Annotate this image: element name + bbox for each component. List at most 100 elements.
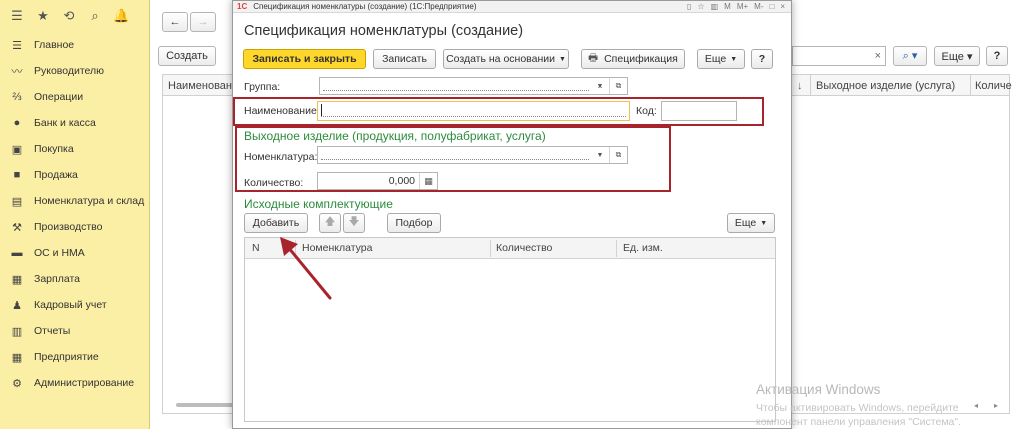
more-button[interactable]: Еще ▼ (697, 49, 745, 69)
search-icon[interactable]: ⌕ (87, 8, 103, 24)
list-help-button[interactable]: ? (986, 46, 1008, 66)
dropdown-arrow-icon[interactable]: ▼ (593, 147, 607, 163)
cart-icon: ▣ (11, 143, 23, 156)
field-underline (323, 90, 589, 91)
sidebar-item-admin[interactable]: ⚙ Администрирование (0, 370, 149, 396)
sidebar-item-label: Предприятие (34, 351, 99, 363)
specification-window: 1С Спецификация номенклатуры (создание) … (232, 0, 792, 429)
open-icon[interactable]: ⧉ (609, 78, 627, 94)
more-label: Еще (734, 217, 757, 229)
code-field[interactable] (661, 101, 737, 121)
create-button[interactable]: Создать (158, 46, 216, 66)
sidebar-item-reports[interactable]: ▥ Отчеты (0, 318, 149, 344)
horizontal-scrollbar[interactable] (176, 403, 234, 407)
sidebar-item-label: Главное (34, 39, 75, 51)
list-search-button[interactable]: ⌕ ▾ (893, 46, 927, 66)
quantity-label: Количество: (244, 177, 304, 189)
close-icon[interactable]: × (780, 2, 785, 11)
specification-label: Спецификация (604, 53, 678, 65)
source-section-title: Исходные комплектующие (244, 197, 393, 211)
sidebar-item-label: ОС и НМА (34, 247, 85, 259)
calculator-icon[interactable]: ▦ (419, 173, 437, 189)
group-field[interactable]: ▼ ⧉ × (319, 77, 628, 95)
code-label: Код: (636, 105, 657, 117)
move-down-button[interactable]: 🡇 (343, 213, 365, 233)
favorites-icon[interactable]: ★ (35, 8, 51, 24)
star-icon[interactable]: ☆ (697, 2, 704, 11)
building-icon: ▦ (11, 351, 23, 364)
truck-icon: ▬ (11, 247, 23, 259)
sidebar-item-label: Банк и касса (34, 117, 96, 129)
name-label: Наименование: (244, 105, 320, 117)
sort-icon: ↓ (797, 80, 803, 92)
save-and-close-button[interactable]: Записать и закрыть (243, 49, 366, 69)
sidebar-item-label: Руководителю (34, 65, 105, 77)
watermark-line: компонент панели управления "Система". (756, 416, 962, 428)
specification-print-button[interactable]: 🖶 Спецификация (581, 49, 685, 69)
calendar-icon[interactable]: ▥ (711, 2, 719, 11)
column-header[interactable]: Выходное изделие (услуга) (816, 80, 955, 92)
sidebar-item-warehouse[interactable]: ▤ Номенклатура и склад (0, 188, 149, 214)
forward-button[interactable]: → (190, 12, 216, 32)
scroll-right-icon[interactable]: ▸ (994, 401, 1006, 411)
logo: 1С (237, 2, 248, 11)
sidebar-item-bank[interactable]: ● Банк и касса (0, 110, 149, 136)
link-icon[interactable]: ▯ (687, 2, 691, 11)
field-underline (321, 116, 626, 117)
warehouse-icon: ▤ (11, 195, 23, 208)
form-title: Спецификация номенклатуры (создание) (244, 23, 524, 39)
list-more-button[interactable]: Еще ▾ (934, 46, 980, 66)
memory-button[interactable]: M (724, 2, 731, 11)
open-icon[interactable]: ⧉ (609, 147, 627, 163)
column-header[interactable]: Количество (496, 242, 552, 254)
history-icon[interactable]: ⟲ (61, 8, 77, 24)
back-button[interactable]: ← (162, 12, 188, 32)
column-divider (810, 74, 811, 96)
sidebar-item-operations[interactable]: ⅔ Операции (0, 84, 149, 110)
sidebar-item-hr[interactable]: ♟ Кадровый учет (0, 292, 149, 318)
clear-icon[interactable]: × (594, 78, 606, 94)
sidebar-item-enterprise[interactable]: ▦ Предприятие (0, 344, 149, 370)
watermark-line: Чтобы активировать Windows, перейдите (756, 402, 959, 414)
memory-plus-button[interactable]: M+ (737, 2, 748, 11)
memory-minus-button[interactable]: M- (754, 2, 763, 11)
grid-more-button[interactable]: Еще ▼ (727, 213, 775, 233)
bar-chart-icon: ▥ (11, 325, 23, 338)
save-button[interactable]: Записать (373, 49, 436, 69)
window-buttons: ▯ ☆ ▥ M M+ M- □ × (687, 2, 791, 11)
sidebar-item-manager[interactable]: 〰 Руководителю (0, 58, 149, 84)
column-header[interactable]: N (252, 242, 260, 254)
column-header[interactable]: Ед. изм. (623, 242, 663, 254)
chevron-down-icon: ▼ (760, 219, 768, 227)
list-search-input[interactable]: × (792, 46, 886, 66)
create-based-on-button[interactable]: Создать на основании ▼ (443, 49, 569, 69)
sidebar-item-assets[interactable]: ▬ ОС и НМА (0, 240, 149, 266)
maximize-icon[interactable]: □ (769, 2, 774, 11)
column-divider (490, 240, 491, 257)
sidebar-item-purchase[interactable]: ▣ Покупка (0, 136, 149, 162)
menu-icon[interactable]: ☰ (9, 8, 25, 24)
bag-icon: ■ (13, 169, 21, 181)
scroll-left-icon[interactable]: ◂ (974, 401, 986, 411)
activation-watermark-text: Чтобы активировать Windows, перейдите ко… (756, 401, 961, 429)
nomenclature-field[interactable]: ▼ ⧉ (317, 146, 628, 164)
sidebar-item-label: Покупка (34, 143, 74, 155)
nomenclature-label: Номенклатура: (244, 151, 318, 163)
output-section-title: Выходное изделие (продукция, полуфабрика… (244, 129, 546, 143)
quantity-field[interactable]: 0,000 ▦ (317, 172, 438, 190)
sidebar-item-production[interactable]: ⚒ Производство (0, 214, 149, 240)
bell-icon[interactable]: 🔔 (113, 8, 129, 24)
column-divider (970, 74, 971, 96)
sidebar-item-main[interactable]: ☰ Главное (0, 32, 149, 58)
chevron-down-icon: ▼ (730, 55, 738, 63)
column-header[interactable]: Количе (975, 80, 1012, 92)
clear-icon[interactable]: × (875, 50, 881, 62)
sidebar-item-sales[interactable]: ■ Продажа (0, 162, 149, 188)
chevron-down-icon: ▼ (559, 55, 566, 63)
select-button[interactable]: Подбор (387, 213, 441, 233)
name-field[interactable] (317, 101, 630, 121)
help-button[interactable]: ? (751, 49, 773, 69)
sidebar-item-salary[interactable]: ▦ Зарплата (0, 266, 149, 292)
chart-line-icon: 〰 (11, 66, 23, 78)
sidebar-item-label: Номенклатура и склад (34, 195, 145, 207)
